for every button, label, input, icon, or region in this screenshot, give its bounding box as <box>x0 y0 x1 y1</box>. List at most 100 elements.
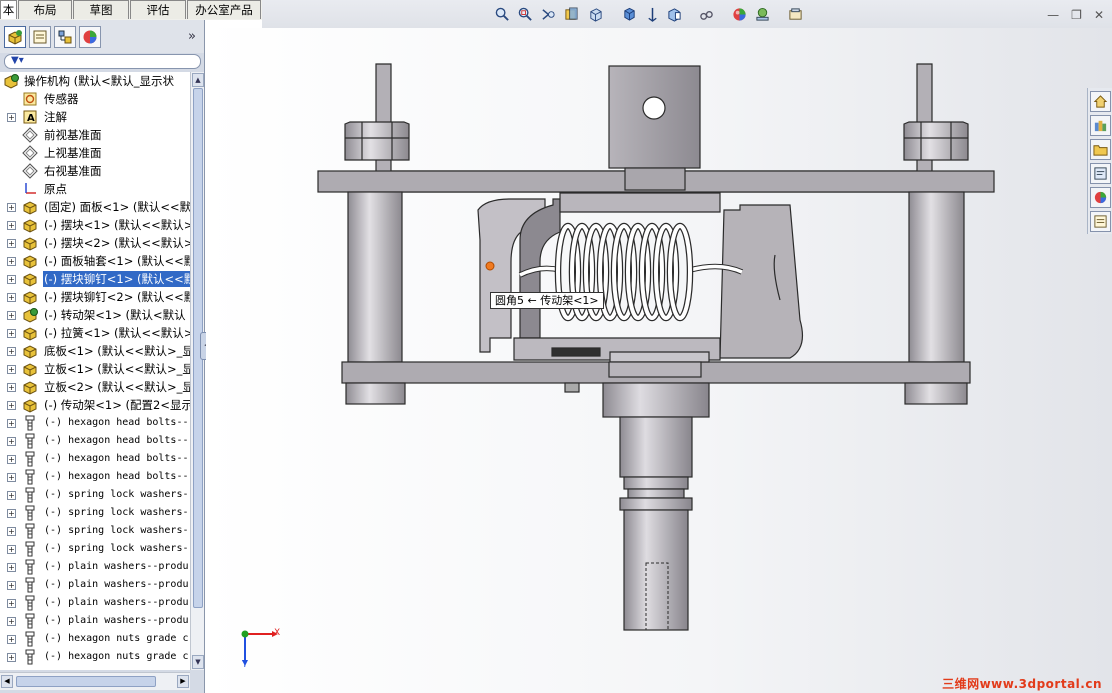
tree-horizontal-scrollbar[interactable]: ◀ ▶ <box>0 672 190 690</box>
expand-toggle[interactable]: + <box>7 257 16 266</box>
restore-icon[interactable]: ❐ <box>1071 8 1082 22</box>
tree-item[interactable]: 上视基准面 <box>0 144 190 162</box>
search-tab[interactable] <box>1090 163 1111 184</box>
tree-item[interactable]: + (-) plain washers--produ <box>0 576 190 594</box>
tree-filter[interactable]: ▼▾ <box>4 54 201 69</box>
assembly-model[interactable] <box>206 28 1112 693</box>
tree-item[interactable]: + (-) plain washers--produ <box>0 594 190 612</box>
minimize-icon[interactable]: — <box>1047 8 1059 22</box>
expand-toggle[interactable]: + <box>7 419 16 428</box>
tree-item[interactable]: 原点 <box>0 180 190 198</box>
tree-item[interactable]: + (-) hexagon head bolts-- <box>0 432 190 450</box>
tree-item[interactable]: + (-) 摆块<1> (默认<<默认> <box>0 216 190 234</box>
scroll-left-button[interactable]: ◀ <box>1 675 13 688</box>
tree-item[interactable]: + (-) spring lock washers- <box>0 486 190 504</box>
scene-icon[interactable] <box>755 7 770 22</box>
expand-toggle[interactable]: + <box>7 617 16 626</box>
apply-scene-icon[interactable] <box>699 7 714 22</box>
display-manager-tab[interactable] <box>79 25 101 48</box>
tree-item[interactable]: + (-) hexagon head bolts-- <box>0 414 190 432</box>
expand-toggle[interactable]: + <box>7 383 16 392</box>
expand-toggle[interactable]: + <box>7 311 16 320</box>
previous-view-icon[interactable] <box>541 7 556 22</box>
tab-evaluate[interactable]: 评估 <box>130 0 186 19</box>
file-explorer-tab[interactable] <box>1090 139 1111 160</box>
tree-item[interactable]: + (-) 转动架<1> (默认<默认 <box>0 306 190 324</box>
tree-item[interactable]: + (-) hexagon nuts grade c <box>0 630 190 648</box>
tab-layout[interactable]: 布局 <box>18 0 72 19</box>
section-view-icon[interactable] <box>564 7 579 22</box>
display-style-icon[interactable] <box>622 7 637 22</box>
expand-toggle[interactable]: + <box>7 437 16 446</box>
tree-item[interactable]: + (-) spring lock washers- <box>0 522 190 540</box>
expand-toggle[interactable]: + <box>7 563 16 572</box>
scroll-right-button[interactable]: ▶ <box>177 675 189 688</box>
tree-item[interactable]: + (-) 摆块铆钉<2> (默认<<默 <box>0 288 190 306</box>
resources-tab[interactable] <box>1090 91 1111 112</box>
tree-item[interactable]: + (-) 拉簧<1> (默认<<默认> <box>0 324 190 342</box>
tree-item[interactable]: + (-) 传动架<1> (配置2<显示 <box>0 396 190 414</box>
expand-toggle[interactable]: + <box>7 329 16 338</box>
close-icon[interactable]: ✕ <box>1094 8 1104 22</box>
tab-sketch[interactable]: 草图 <box>73 0 129 19</box>
zoom-to-fit-icon[interactable] <box>495 7 510 22</box>
tree-item[interactable]: + (-) plain washers--produ <box>0 558 190 576</box>
feature-manager-tab[interactable] <box>4 25 26 48</box>
tree-item[interactable]: + (-) spring lock washers- <box>0 540 190 558</box>
tree-item[interactable]: + 立板<2> (默认<<默认>_显示 <box>0 378 190 396</box>
zoom-area-icon[interactable] <box>518 7 533 22</box>
scroll-h-thumb[interactable] <box>16 676 156 687</box>
expand-toggle[interactable]: + <box>7 491 16 500</box>
tree-vertical-scrollbar[interactable]: ▲ ▼ <box>190 72 204 670</box>
tree-item[interactable]: 前视基准面 <box>0 126 190 144</box>
expand-toggle[interactable]: + <box>7 113 16 122</box>
tree-item[interactable]: + 立板<1> (默认<<默认>_显示 <box>0 360 190 378</box>
expand-toggle[interactable]: + <box>7 635 16 644</box>
tree-item[interactable]: + (-) 摆块<2> (默认<<默认> <box>0 234 190 252</box>
graphics-viewport[interactable]: X Y <box>206 28 1112 693</box>
tree-item[interactable]: + (-) hexagon head bolts-- <box>0 450 190 468</box>
expand-toggle[interactable]: + <box>7 473 16 482</box>
tree-item[interactable]: + (-) 面板轴套<1> (默认<<默 <box>0 252 190 270</box>
design-library-tab[interactable] <box>1090 115 1111 136</box>
expand-toggle[interactable]: + <box>7 275 16 284</box>
view-settings-icon[interactable] <box>788 7 803 22</box>
expand-toggle[interactable]: + <box>7 203 16 212</box>
expand-toggle[interactable]: + <box>7 653 16 662</box>
expand-toggle[interactable]: + <box>7 455 16 464</box>
appearances-tab[interactable] <box>1090 187 1111 208</box>
expand-toggle[interactable]: + <box>7 365 16 374</box>
expand-toggle[interactable]: + <box>7 545 16 554</box>
tree-item[interactable]: + (-) hexagon head bolts-- <box>0 468 190 486</box>
expand-toggle[interactable]: + <box>7 599 16 608</box>
expand-toggle[interactable]: + <box>7 581 16 590</box>
tree-item[interactable]: 右视基准面 <box>0 162 190 180</box>
tree-item[interactable]: + (-) hexagon nuts grade c <box>0 648 190 666</box>
expand-toggle[interactable]: + <box>7 347 16 356</box>
expand-toggle[interactable]: + <box>7 221 16 230</box>
custom-properties-tab[interactable] <box>1090 211 1111 232</box>
view-orientation-icon[interactable] <box>588 7 603 22</box>
edit-appearance-icon[interactable] <box>667 7 682 22</box>
tree-root-assembly[interactable]: 操作机构 (默认<默认_显示状 <box>0 72 190 90</box>
tree-item[interactable]: 传感器 <box>0 90 190 108</box>
more-tabs-button[interactable]: » <box>188 26 196 48</box>
expand-toggle[interactable]: + <box>7 401 16 410</box>
appearance-sphere-icon[interactable] <box>732 7 747 22</box>
tab-assembly[interactable]: 本 <box>0 0 17 19</box>
tree-item[interactable]: + (-) 摆块铆钉<1> (默认<<默 <box>0 270 190 288</box>
configuration-manager-tab[interactable] <box>54 25 76 48</box>
tree-item[interactable]: + (-) spring lock washers- <box>0 504 190 522</box>
expand-toggle[interactable]: + <box>7 509 16 518</box>
hide-show-icon[interactable] <box>645 7 660 22</box>
tree-item[interactable]: + A 注解 <box>0 108 190 126</box>
scroll-down-button[interactable]: ▼ <box>192 655 204 669</box>
tree-item[interactable]: + (固定) 面板<1> (默认<<默 <box>0 198 190 216</box>
scroll-up-button[interactable]: ▲ <box>192 73 204 87</box>
property-manager-tab[interactable] <box>29 25 51 48</box>
tab-office-products[interactable]: 办公室产品 <box>187 0 261 19</box>
tree-item[interactable]: + (-) plain washers--produ <box>0 612 190 630</box>
expand-toggle[interactable]: + <box>7 239 16 248</box>
expand-toggle[interactable]: + <box>7 527 16 536</box>
tree-item[interactable]: + 底板<1> (默认<<默认>_显示 <box>0 342 190 360</box>
